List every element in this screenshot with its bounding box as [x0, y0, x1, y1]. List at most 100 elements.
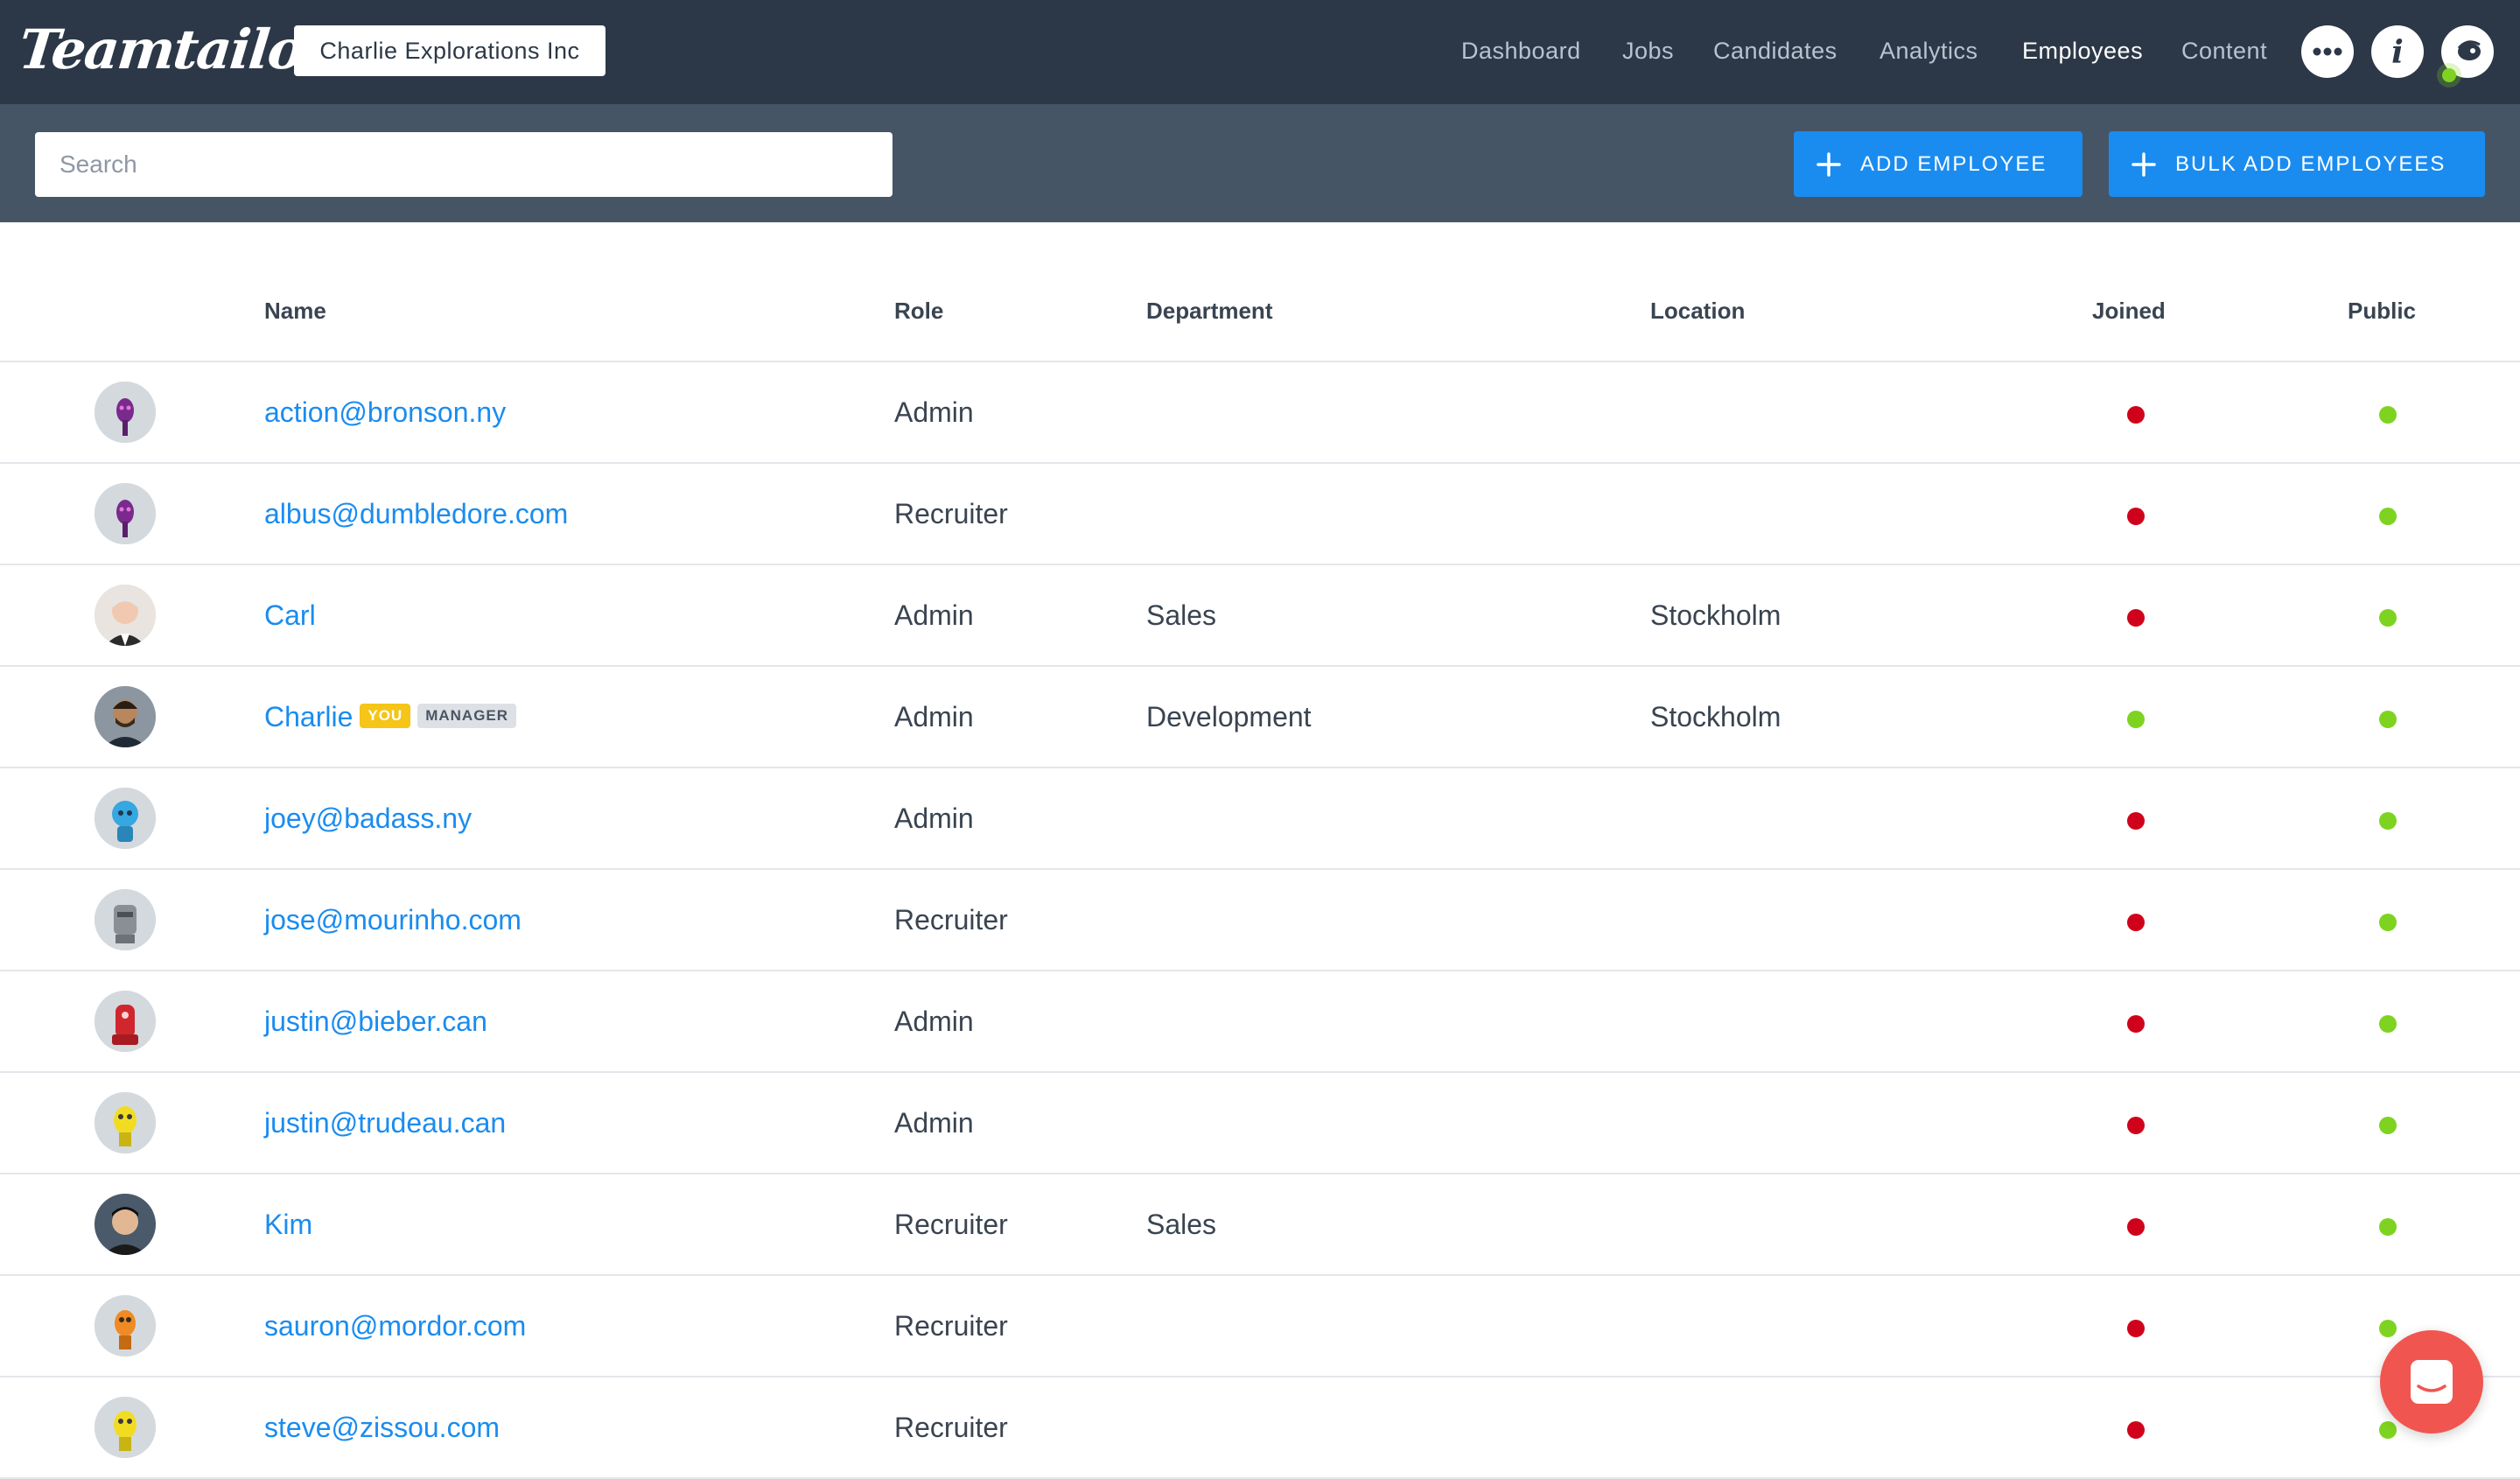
joined-status-dot	[2127, 508, 2145, 525]
table-row[interactable]: sauron@mordor.com Recruiter	[0, 1276, 2520, 1377]
avatar	[94, 1194, 156, 1255]
role-cell: Recruiter	[894, 1209, 1008, 1240]
joined-status-dot	[2127, 1218, 2145, 1236]
avatar	[94, 991, 156, 1052]
name-cell: Kim	[264, 1206, 312, 1243]
table-row[interactable]: Kim Recruiter Sales	[0, 1174, 2520, 1276]
name-cell: jose@mourinho.com	[264, 901, 522, 938]
public-status-dot	[2379, 609, 2397, 627]
employee-name-link[interactable]: Kim	[264, 1209, 312, 1240]
help-button[interactable]: i	[2371, 25, 2424, 78]
bulk-add-employees-button[interactable]: BULK ADD EMPLOYEES	[2109, 131, 2485, 197]
joined-status-dot	[2127, 812, 2145, 830]
joined-status-dot	[2127, 1117, 2145, 1134]
table-row[interactable]: Charlie YOU MANAGER Admin Development Stockho…	[0, 667, 2520, 768]
employee-name-link[interactable]: justin@trudeau.can	[264, 1107, 506, 1139]
nav-candidates[interactable]: Candidates	[1713, 33, 1838, 68]
role-cell: Admin	[894, 803, 974, 834]
add-employee-button[interactable]: ADD EMPLOYEE	[1794, 131, 2082, 197]
column-header-joined[interactable]: Joined	[2092, 298, 2166, 325]
avatar	[94, 585, 156, 646]
table-row[interactable]: jose@mourinho.com Recruiter	[0, 870, 2520, 971]
nav-content[interactable]: Content	[2181, 33, 2267, 68]
add-employee-label: ADD EMPLOYEE	[1860, 152, 2048, 176]
avatar	[94, 1295, 156, 1356]
avatar	[94, 483, 156, 544]
avatar	[94, 1092, 156, 1153]
table-row[interactable]: action@bronson.ny Admin	[0, 362, 2520, 464]
column-header-name[interactable]: Name	[264, 298, 326, 325]
employee-name-link[interactable]: steve@zissou.com	[264, 1412, 500, 1443]
joined-status-dot	[2127, 609, 2145, 627]
avatar	[94, 382, 156, 443]
robot-red-icon	[94, 991, 156, 1052]
column-header-public[interactable]: Public	[2348, 298, 2416, 325]
photo-charlie-icon	[94, 686, 156, 747]
avatar	[94, 788, 156, 849]
robot-purple-icon	[94, 382, 156, 443]
plus-icon	[2132, 152, 2156, 177]
joined-status-dot	[2127, 1015, 2145, 1033]
employee-name-link[interactable]: jose@mourinho.com	[264, 904, 522, 936]
name-cell: Charlie YOU MANAGER	[264, 698, 517, 735]
more-icon	[2313, 47, 2342, 56]
employee-name-link[interactable]: joey@badass.ny	[264, 803, 472, 834]
table-row[interactable]: joey@badass.ny Admin	[0, 768, 2520, 870]
role-cell: Recruiter	[894, 498, 1008, 529]
role-cell: Recruiter	[894, 904, 1008, 936]
teamtailor-logo[interactable]: Teamtailor	[16, 18, 332, 81]
employee-name-link[interactable]: Charlie	[264, 701, 353, 732]
employee-name-link[interactable]: justin@bieber.can	[264, 1006, 487, 1037]
robot-yellow-icon	[94, 1092, 156, 1153]
employee-name-link[interactable]: Carl	[264, 599, 316, 631]
name-cell: Carl	[264, 597, 316, 634]
column-header-department[interactable]: Department	[1146, 298, 1272, 325]
more-button[interactable]	[2301, 25, 2354, 78]
nav-dashboard[interactable]: Dashboard	[1461, 33, 1581, 68]
search-input[interactable]	[35, 132, 892, 197]
nav-jobs[interactable]: Jobs	[1622, 33, 1674, 68]
chat-launcher-button[interactable]	[2380, 1330, 2483, 1433]
column-header-role[interactable]: Role	[894, 298, 943, 325]
employee-name-link[interactable]: sauron@mordor.com	[264, 1310, 526, 1342]
department-cell: Development	[1146, 701, 1312, 732]
robot-gray-icon	[94, 889, 156, 950]
online-status-indicator	[2442, 68, 2456, 82]
column-header-location[interactable]: Location	[1650, 298, 1745, 325]
you-badge: YOU	[360, 703, 411, 728]
company-switcher[interactable]: Charlie Explorations Inc	[294, 25, 606, 76]
table-header: Name Role Department Location Joined Pub…	[0, 222, 2520, 362]
public-status-dot	[2379, 711, 2397, 728]
name-cell: action@bronson.ny	[264, 394, 506, 431]
table-row[interactable]: Carl Admin Sales Stockholm	[0, 565, 2520, 667]
chat-icon	[2411, 1360, 2453, 1404]
robot-yellow-icon	[94, 1397, 156, 1458]
svg-text:i: i	[2391, 34, 2404, 71]
table-row[interactable]: justin@trudeau.can Admin	[0, 1073, 2520, 1174]
manager-badge: MANAGER	[417, 703, 517, 728]
top-navigation: Teamtailor Charlie Explorations Inc Dash…	[0, 0, 2520, 104]
name-cell: justin@trudeau.can	[264, 1104, 506, 1141]
nav-employees[interactable]: Employees	[2022, 33, 2143, 68]
avatar	[94, 686, 156, 747]
table-row[interactable]: justin@bieber.can Admin	[0, 971, 2520, 1073]
location-cell: Stockholm	[1650, 701, 1782, 732]
employee-name-link[interactable]: albus@dumbledore.com	[264, 498, 568, 529]
joined-status-dot	[2127, 711, 2145, 728]
public-status-dot	[2379, 406, 2397, 424]
role-cell: Recruiter	[894, 1412, 1008, 1443]
name-cell: justin@bieber.can	[264, 1003, 487, 1040]
role-cell: Admin	[894, 701, 974, 732]
name-cell: albus@dumbledore.com	[264, 495, 568, 532]
public-status-dot	[2379, 1015, 2397, 1033]
photo-kim-icon	[94, 1194, 156, 1255]
role-cell: Admin	[894, 1107, 974, 1139]
nav-analytics[interactable]: Analytics	[1880, 33, 1978, 68]
avatar	[94, 1397, 156, 1458]
employee-name-link[interactable]: action@bronson.ny	[264, 396, 506, 428]
table-row[interactable]: steve@zissou.com Recruiter	[0, 1377, 2520, 1479]
table-row[interactable]: albus@dumbledore.com Recruiter	[0, 464, 2520, 565]
name-cell: sauron@mordor.com	[264, 1307, 526, 1344]
bulk-add-employees-label: BULK ADD EMPLOYEES	[2175, 152, 2446, 176]
role-cell: Admin	[894, 599, 974, 631]
